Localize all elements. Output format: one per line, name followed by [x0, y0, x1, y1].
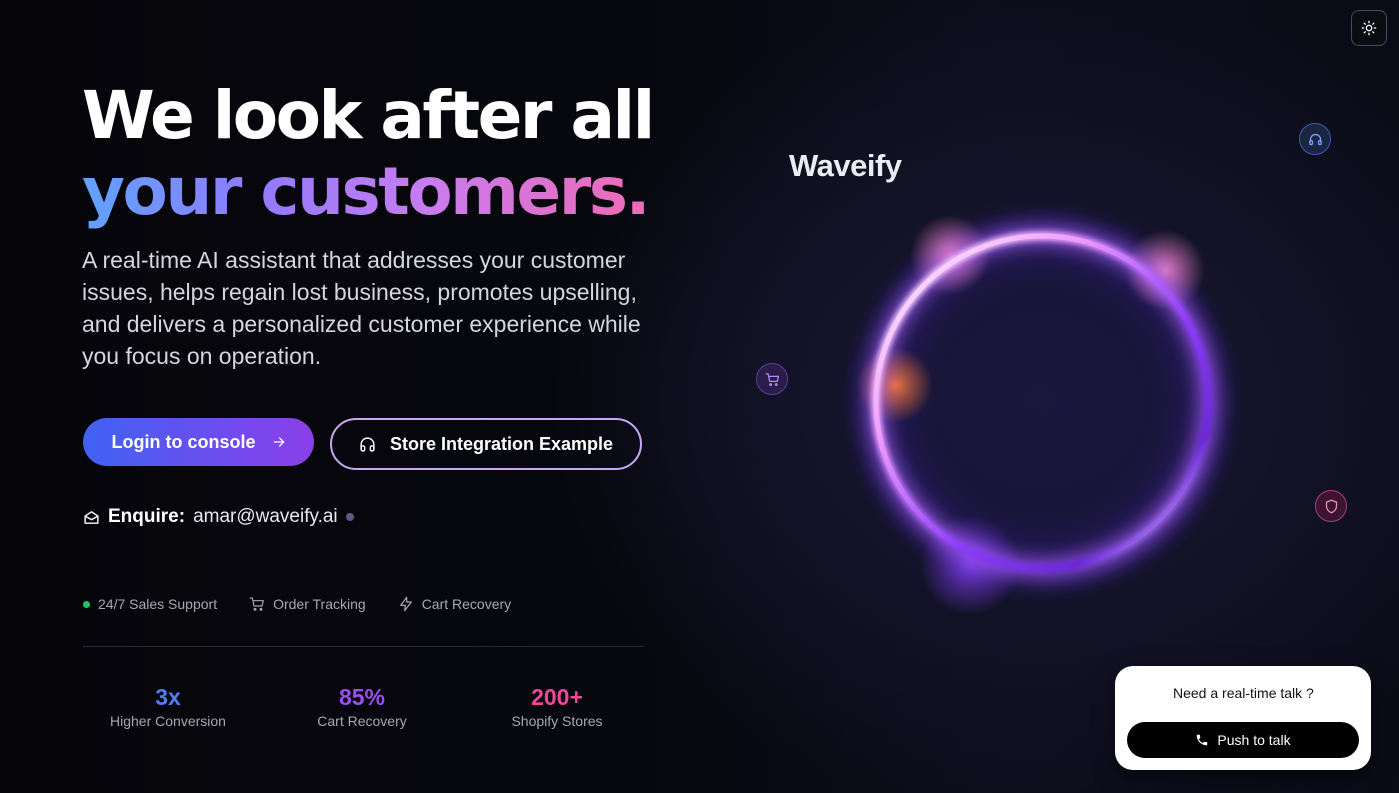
stat-value: 85% [338, 684, 386, 710]
chat-question: Need a real-time talk ? [1173, 685, 1314, 701]
feature-label: Cart Recovery [421, 596, 512, 612]
stat-label: Cart Recovery [317, 713, 407, 729]
waveform-icon [1130, 682, 1162, 704]
phone-icon [1197, 734, 1208, 746]
feature-label: Order Tracking [273, 596, 366, 612]
status-dot [345, 513, 354, 521]
cart-bubble [756, 363, 788, 395]
stat-value: 200+ [531, 684, 583, 710]
waveform-logo-icon [720, 144, 774, 188]
hero-title-line1: We look after all [82, 77, 655, 154]
brand-name: Waveify [789, 148, 902, 183]
theme-toggle-button[interactable] [1351, 10, 1387, 46]
stat-label: Higher Conversion [110, 713, 226, 729]
mail-open-icon [84, 510, 99, 524]
feature-sales-support: 24/7 Sales Support [83, 596, 217, 612]
enquire-row: Enquire: amar@waveify.ai [83, 505, 354, 529]
shield-icon [1325, 499, 1337, 513]
store-integration-label: Store Integration Example [389, 433, 614, 454]
headset-bubble [1299, 123, 1331, 155]
divider [83, 646, 643, 647]
headset-icon [1308, 133, 1322, 145]
enquire-email-link[interactable]: amar@waveify.ai [193, 506, 338, 528]
cart-icon [765, 372, 779, 386]
arrow-right-icon [273, 437, 284, 447]
feature-label: 24/7 Sales Support [98, 596, 218, 612]
push-to-talk-button[interactable]: Push to talk [1127, 722, 1359, 758]
bolt-icon [399, 596, 412, 612]
headphones-icon [360, 436, 375, 452]
push-to-talk-label: Push to talk [1217, 732, 1291, 748]
login-button[interactable]: Login to console [83, 418, 314, 466]
hero-title-line2: your customers. [82, 154, 653, 230]
enquire-label: Enquire: [108, 506, 186, 527]
online-dot-icon [83, 600, 90, 608]
hero-title: We look after all your customers. [82, 77, 655, 230]
store-integration-button[interactable]: Store Integration Example [330, 418, 642, 470]
feature-cart-recovery: Cart Recovery [398, 596, 511, 612]
sun-icon [1361, 20, 1377, 36]
stat-cart-recovery: 85% Cart Recovery [267, 683, 457, 729]
stat-label: Shopify Stores [511, 713, 603, 729]
cart-icon [249, 597, 265, 611]
stat-shopify-stores: 200+ Shopify Stores [462, 683, 652, 729]
feature-list: 24/7 Sales Support Order Tracking Cart R… [83, 594, 543, 614]
chat-widget-header: Need a real-time talk ? [1129, 682, 1314, 704]
stat-value: 3x [155, 684, 181, 710]
chat-widget: Need a real-time talk ? Push to talk [1115, 666, 1371, 770]
hero-description: A real-time AI assistant that addresses … [82, 247, 641, 369]
feature-order-tracking: Order Tracking [249, 596, 366, 612]
login-button-label: Login to console [111, 431, 256, 452]
stat-conversion: 3x Higher Conversion [73, 683, 263, 729]
glowing-ring-visual [820, 180, 1260, 620]
shield-bubble [1315, 490, 1347, 522]
